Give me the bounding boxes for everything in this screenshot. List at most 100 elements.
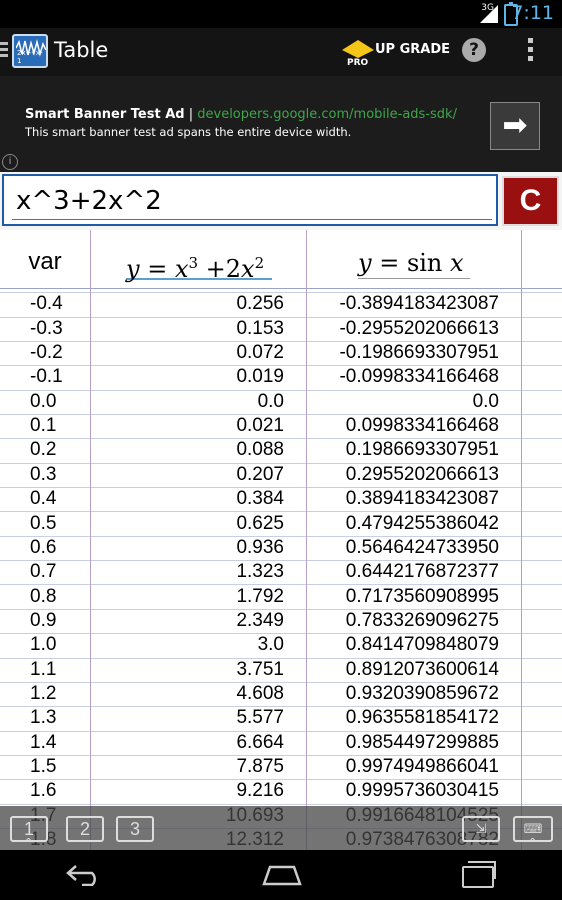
pro-badge-icon[interactable]: PRO	[342, 36, 374, 68]
page-title: Table	[54, 38, 109, 62]
app-icon-text: 2x+√x-1	[17, 49, 43, 65]
cell-f: 0.088	[236, 439, 284, 461]
ad-body: This smart banner test ad spans the enti…	[25, 125, 352, 139]
table-row[interactable]: 1.0 3.0 0.8414709848079	[0, 633, 562, 659]
cell-f: 1.792	[236, 585, 284, 607]
cell-f: 5.577	[236, 707, 284, 729]
cell-var: 0.0	[30, 390, 57, 412]
cell-f: 0.0	[257, 390, 284, 412]
table-row[interactable]: 0.2 0.088 0.1986693307951	[0, 438, 562, 464]
cell-var: 0.1	[30, 415, 57, 437]
ad-info-icon[interactable]: i	[2, 154, 18, 170]
ad-banner[interactable]: Smart Banner Test Ad | developers.google…	[0, 76, 562, 172]
cell-g: 0.4794255386042	[345, 512, 499, 534]
help-icon[interactable]: ?	[462, 38, 486, 62]
cell-var: 1.2	[30, 682, 57, 704]
cell-g: 0.8414709848079	[345, 634, 499, 656]
navigation-bar	[0, 850, 562, 900]
cell-f: 0.153	[236, 317, 284, 339]
cell-f: 9.216	[236, 780, 284, 802]
cell-f: 7.875	[236, 756, 284, 777]
tool-button-2[interactable]: 2	[66, 816, 104, 842]
cell-var: 1.3	[30, 707, 57, 729]
clear-button[interactable]: C	[502, 176, 559, 226]
cell-g: 0.9635581854172	[345, 707, 499, 729]
status-bar: 3G 7:11	[0, 0, 562, 28]
table-row[interactable]: 0.0 0.0 0.0	[0, 390, 562, 416]
cell-var: -0.4	[30, 293, 63, 315]
resize-icon[interactable]: ⇲	[462, 816, 500, 842]
column-divider	[521, 230, 522, 850]
table-row[interactable]: 0.4 0.384 0.3894183423087	[0, 487, 562, 513]
tool-button-3[interactable]: 3	[116, 816, 154, 842]
cell-var: -0.1	[30, 366, 63, 388]
cell-var: 0.4	[30, 488, 57, 510]
expression-input[interactable]: x^3+2x^2	[2, 174, 498, 226]
table-row[interactable]: 1.4 6.664 0.9854497299885	[0, 731, 562, 756]
drawer-indicator-icon[interactable]	[0, 42, 8, 60]
table-row[interactable]: 0.5 0.625 0.4794255386042	[0, 512, 562, 537]
cell-g: -0.2955202066613	[339, 317, 499, 339]
ad-title: Smart Banner Test Ad	[25, 107, 185, 122]
cell-g: 0.1986693307951	[345, 439, 499, 461]
caret-up-icon: ^	[528, 836, 538, 849]
table-row[interactable]: 0.9 2.349 0.7833269096275	[0, 609, 562, 635]
cell-var: 0.3	[30, 463, 57, 485]
table-row[interactable]: -0.2 0.072 -0.1986693307951	[0, 341, 562, 367]
cell-f: 0.021	[236, 415, 284, 437]
expression-value: x^3+2x^2	[16, 186, 162, 216]
cell-f: 2.349	[236, 609, 284, 631]
table-header: var y = x3 +2x2 y = sin x	[0, 230, 562, 289]
table-row[interactable]: 1.5 7.875 0.9974949866041	[0, 755, 562, 781]
table-row[interactable]: 1.2 4.608 0.9320390859672	[0, 682, 562, 708]
ad-link[interactable]: developers.google.com/mobile-ads-sdk/	[197, 107, 457, 122]
recent-apps-icon[interactable]	[462, 861, 496, 888]
cell-f: 0.384	[236, 488, 284, 510]
table-row[interactable]: -0.1 0.019 -0.0998334166468	[0, 365, 562, 391]
upgrade-button[interactable]: UP GRADE	[375, 42, 450, 57]
ad-arrow-button[interactable]: ➡	[490, 102, 540, 150]
table-row[interactable]: -0.3 0.153 -0.2955202066613	[0, 317, 562, 342]
table-row[interactable]: 1.6 9.216 0.9995736030415	[0, 779, 562, 805]
cell-var: -0.2	[30, 342, 63, 364]
app-icon[interactable]: 2x+√x-1	[12, 34, 48, 68]
cell-g: 0.2955202066613	[345, 463, 499, 485]
cell-var: 0.2	[30, 439, 57, 461]
header-var: var	[28, 248, 62, 275]
column-divider	[90, 230, 91, 850]
overflow-menu-icon[interactable]	[528, 38, 534, 65]
table-row[interactable]: -0.4 0.256 -0.3894183423087	[0, 292, 562, 318]
value-table[interactable]: var y = x3 +2x2 y = sin x -0.50.375-0.47…	[0, 230, 562, 850]
expression-bar: x^3+2x^2 C	[0, 172, 562, 230]
cell-var: 1.6	[30, 780, 57, 802]
pro-label: PRO	[347, 58, 369, 68]
cell-f: 0.072	[236, 342, 284, 364]
table-row[interactable]: 0.1 0.021 0.0998334166468	[0, 414, 562, 440]
table-row[interactable]: 0.3 0.207 0.2955202066613	[0, 463, 562, 489]
cell-f: 4.608	[236, 682, 284, 704]
header-function-f[interactable]: y = x3 +2x2	[126, 238, 272, 283]
cell-g: 0.9995736030415	[345, 780, 499, 802]
table-row[interactable]: 1.1 3.751 0.8912073600614	[0, 658, 562, 683]
table-row[interactable]: 0.6 0.936 0.5646424733950	[0, 536, 562, 562]
cell-g: 0.0	[472, 390, 499, 412]
clock: 7:11	[511, 2, 554, 24]
cell-g: -0.1986693307951	[339, 342, 499, 364]
home-icon[interactable]	[262, 864, 302, 886]
cell-var: 0.6	[30, 536, 57, 558]
back-icon[interactable]	[64, 862, 104, 886]
cell-g: 0.3894183423087	[345, 488, 499, 510]
cell-g: -0.3894183423087	[339, 293, 499, 315]
table-row[interactable]: 0.8 1.792 0.7173560908995	[0, 585, 562, 610]
header-function-g[interactable]: y = sin x	[358, 238, 470, 279]
cell-var: 0.8	[30, 585, 57, 607]
cell-g: -0.0998334166468	[339, 366, 499, 388]
column-divider	[306, 230, 307, 850]
cell-f: 0.019	[236, 366, 284, 388]
cell-var: 0.9	[30, 609, 57, 631]
table-row[interactable]: 0.7 1.323 0.6442176872377	[0, 560, 562, 586]
cell-var: 1.0	[30, 634, 57, 656]
cell-var: 1.5	[30, 756, 57, 777]
table-row[interactable]: 1.3 5.577 0.9635581854172	[0, 706, 562, 732]
cell-var: 1.1	[30, 658, 57, 680]
